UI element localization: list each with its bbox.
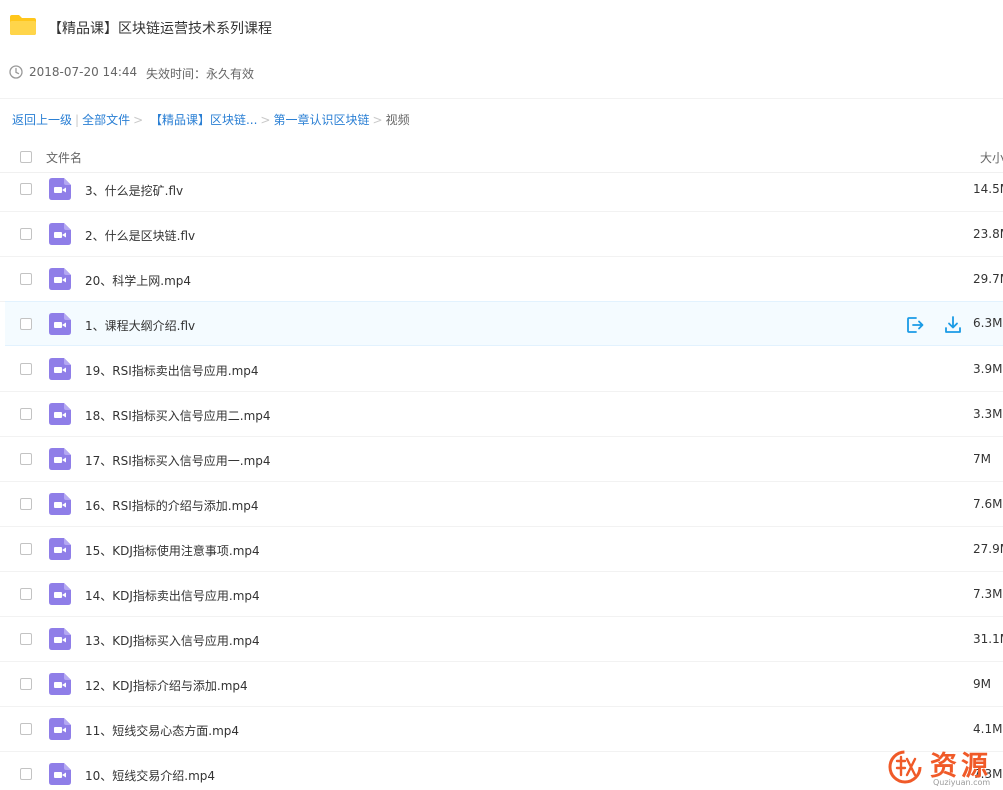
video-file-icon [49, 673, 71, 695]
file-checkbox[interactable] [20, 768, 32, 780]
video-file-icon [49, 493, 71, 515]
file-size: 27.9M [973, 542, 1003, 556]
file-size: 29.7M [973, 272, 1003, 286]
column-header-name[interactable]: 文件名 [46, 149, 82, 166]
file-row[interactable]: 18、RSI指标买入信号应用二.mp4 3.3M [0, 392, 1003, 437]
file-row[interactable]: 15、KDJ指标使用注意事项.mp4 27.9M [0, 527, 1003, 572]
file-list: 3、什么是挖矿.flv 14.5M 2、什么是区块链.flv 23.8M 20、… [0, 167, 1003, 790]
video-file-icon [49, 718, 71, 740]
file-name[interactable]: 15、KDJ指标使用注意事项.mp4 [85, 542, 260, 559]
file-size: 3.3M [973, 407, 1003, 421]
file-size: 9M [973, 677, 991, 691]
file-size: 14.5M [973, 182, 1003, 196]
breadcrumb: 返回上一级 | 全部文件 > 【精品课】区块链... > 第一章认识区块链 > 视频 [12, 111, 410, 127]
breadcrumb-chapter-link[interactable]: 第一章认识区块链 [273, 113, 369, 127]
list-header-divider [0, 172, 1003, 173]
file-checkbox[interactable] [20, 723, 32, 735]
file-checkbox[interactable] [20, 363, 32, 375]
watermark: 资源 Quziyuan.com [886, 744, 1003, 790]
file-size: 7.6M [973, 497, 1003, 511]
file-row[interactable]: 20、科学上网.mp4 29.7M [0, 257, 1003, 302]
breadcrumb-back-link[interactable]: 返回上一级 [12, 113, 72, 127]
video-file-icon [49, 358, 71, 380]
share-meta: 2018-07-20 14:44 失效时间： 永久有效 [0, 62, 1003, 86]
breadcrumb-separator: > [133, 113, 144, 127]
video-file-icon [49, 223, 71, 245]
video-file-icon [49, 268, 71, 290]
file-size: 7M [973, 452, 991, 466]
file-size: 23.8M [973, 227, 1003, 241]
file-row[interactable]: 12、KDJ指标介绍与添加.mp4 9M [0, 662, 1003, 707]
file-size: 7.3M [973, 587, 1003, 601]
file-name[interactable]: 11、短线交易心态方面.mp4 [85, 722, 239, 739]
file-checkbox[interactable] [20, 408, 32, 420]
file-name[interactable]: 19、RSI指标卖出信号应用.mp4 [85, 362, 259, 379]
file-checkbox[interactable] [20, 228, 32, 240]
expire-label: 失效时间： [146, 67, 207, 81]
expire-value: 永久有效 [206, 67, 255, 81]
file-checkbox[interactable] [20, 588, 32, 600]
file-name[interactable]: 1、课程大纲介绍.flv [85, 317, 195, 334]
file-checkbox[interactable] [20, 318, 32, 330]
file-name[interactable]: 17、RSI指标买入信号应用一.mp4 [85, 452, 271, 469]
breadcrumb-pipe: | [75, 113, 80, 127]
share-out-icon[interactable] [905, 315, 925, 335]
video-file-icon [49, 403, 71, 425]
video-file-icon [49, 313, 71, 335]
clock-icon [9, 65, 23, 79]
file-row[interactable]: 17、RSI指标买入信号应用一.mp4 7M [0, 437, 1003, 482]
file-name[interactable]: 14、KDJ指标卖出信号应用.mp4 [85, 587, 260, 604]
breadcrumb-separator: > [260, 113, 271, 127]
file-name[interactable]: 3、什么是挖矿.flv [85, 182, 183, 199]
file-checkbox[interactable] [20, 273, 32, 285]
file-checkbox[interactable] [20, 543, 32, 555]
file-checkbox[interactable] [20, 183, 32, 195]
file-name[interactable]: 13、KDJ指标买入信号应用.mp4 [85, 632, 260, 649]
header-divider [0, 98, 1003, 99]
download-icon[interactable] [943, 315, 963, 335]
file-checkbox[interactable] [20, 453, 32, 465]
file-size: 6.3M [973, 316, 1003, 330]
file-row[interactable]: 14、KDJ指标卖出信号应用.mp4 7.3M [0, 572, 1003, 617]
file-name[interactable]: 10、短线交易介绍.mp4 [85, 767, 215, 784]
watermark-subtext: Quziyuan.com [933, 778, 991, 787]
file-size: 31.1M [973, 632, 1003, 646]
video-file-icon [49, 538, 71, 560]
file-row[interactable]: 3、什么是挖矿.flv 14.5M [0, 167, 1003, 212]
file-row[interactable]: 19、RSI指标卖出信号应用.mp4 3.9M [0, 347, 1003, 392]
breadcrumb-course-link[interactable]: 【精品课】区块链... [150, 113, 257, 127]
video-file-icon [49, 628, 71, 650]
file-row[interactable]: 2、什么是区块链.flv 23.8M [0, 212, 1003, 257]
breadcrumb-all-files-link[interactable]: 全部文件 [82, 113, 130, 127]
file-name[interactable]: 2、什么是区块链.flv [85, 227, 195, 244]
file-checkbox[interactable] [20, 678, 32, 690]
watermark-logo [888, 750, 922, 784]
file-name[interactable]: 18、RSI指标买入信号应用二.mp4 [85, 407, 271, 424]
file-row[interactable]: 13、KDJ指标买入信号应用.mp4 31.1M [0, 617, 1003, 662]
file-row[interactable]: 16、RSI指标的介绍与添加.mp4 7.6M [0, 482, 1003, 527]
video-file-icon [49, 763, 71, 785]
breadcrumb-separator: > [372, 113, 383, 127]
share-date: 2018-07-20 14:44 [29, 65, 138, 79]
select-all-checkbox[interactable] [20, 151, 32, 163]
file-row[interactable]: 11、短线交易心态方面.mp4 4.1M [0, 707, 1003, 752]
video-file-icon [49, 583, 71, 605]
share-title: 【精品课】区块链运营技术系列课程 [48, 21, 272, 37]
file-checkbox[interactable] [20, 498, 32, 510]
video-file-icon [49, 178, 71, 200]
file-size: 4.1M [973, 722, 1003, 736]
folder-icon [10, 15, 36, 35]
file-name[interactable]: 16、RSI指标的介绍与添加.mp4 [85, 497, 259, 514]
file-checkbox[interactable] [20, 633, 32, 645]
file-row[interactable]: 10、短线交易介绍.mp4 7.3M [0, 752, 1003, 790]
file-size: 3.9M [973, 362, 1003, 376]
file-row-hovered[interactable]: 1、课程大纲介绍.flv 6.3M [5, 301, 1003, 346]
share-header: 【精品课】区块链运营技术系列课程 [0, 0, 1003, 56]
video-file-icon [49, 448, 71, 470]
file-name[interactable]: 12、KDJ指标介绍与添加.mp4 [85, 677, 248, 694]
breadcrumb-current: 视频 [385, 113, 410, 127]
file-name[interactable]: 20、科学上网.mp4 [85, 272, 191, 289]
column-header-size[interactable]: 大小 [980, 149, 1003, 166]
